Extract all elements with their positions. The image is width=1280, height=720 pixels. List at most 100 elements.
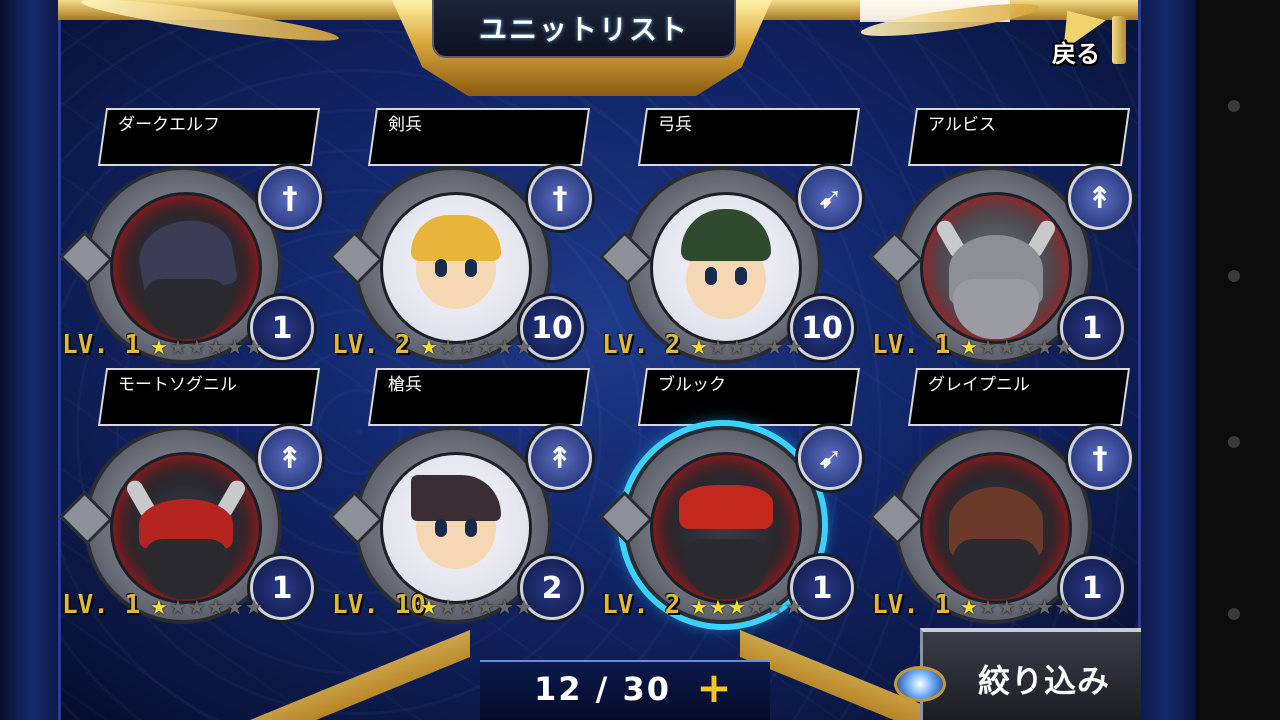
unit-rarity-stars: ★ ★ ★ ★ ★ ★	[690, 336, 803, 358]
expand-capacity-button[interactable]: +	[694, 667, 734, 709]
nav-dot-icon[interactable]	[1228, 608, 1240, 620]
unit-level: LV. 2	[602, 590, 681, 620]
page-title: ユニットリスト	[478, 13, 689, 46]
eye-icon	[435, 259, 447, 277]
title-plate: ユニットリスト	[392, 0, 772, 96]
unit-name: 弓兵	[658, 115, 692, 135]
star-icon: ★	[708, 335, 727, 359]
unit-level: LV. 10	[332, 590, 426, 620]
star-icon: ★	[206, 335, 225, 359]
star-icon: ★	[168, 335, 187, 359]
star-icon: ★	[187, 595, 206, 619]
beard-icon	[143, 539, 229, 599]
unit-portrait	[920, 452, 1072, 604]
unit-card[interactable]: 剣兵 † 10 LV. 2 ★ ★ ★ ★ ★ ★	[329, 108, 592, 364]
sword-icon: †	[1068, 426, 1132, 490]
back-button[interactable]: 戻る	[1042, 0, 1138, 68]
bow-icon: ➹	[798, 166, 862, 230]
ring-notch	[869, 491, 923, 545]
star-icon: ★	[1054, 595, 1073, 619]
nav-dot-icon[interactable]	[1228, 270, 1240, 282]
left-border	[0, 0, 61, 720]
android-nav-bar	[1196, 0, 1280, 720]
star-icon: ★	[765, 595, 784, 619]
beard-icon	[683, 539, 769, 599]
star-icon: ★	[978, 335, 997, 359]
unit-card[interactable]: 弓兵 ➹ 10 LV. 2 ★ ★ ★ ★ ★ ★	[599, 108, 862, 364]
star-icon: ★	[514, 595, 533, 619]
back-bar-decoration	[1112, 16, 1126, 64]
unit-card[interactable]: モートソグニル ↟ 1 LV. 1 ★ ★ ★ ★ ★ ★	[59, 368, 322, 624]
unit-rarity-stars: ★ ★ ★ ★ ★ ★	[150, 336, 263, 358]
nav-dot-icon[interactable]	[1228, 100, 1240, 112]
unit-portrait	[380, 452, 532, 604]
star-icon: ★	[1054, 335, 1073, 359]
filter-label: 絞り込み	[978, 662, 1111, 700]
star-icon: ★	[150, 335, 168, 359]
star-icon: ★	[495, 335, 514, 359]
star-icon: ★	[1016, 595, 1035, 619]
unit-name: アルビス	[928, 115, 996, 135]
star-icon: ★	[784, 595, 803, 619]
sword-icon: †	[258, 166, 322, 230]
unit-card[interactable]: ブルック ➹ 1 LV. 2 ★ ★ ★ ★ ★ ★	[599, 368, 862, 624]
unit-portrait	[380, 192, 532, 344]
unit-card[interactable]: ダークエルフ † 1 LV. 1 ★ ★ ★ ★ ★ ★	[59, 108, 322, 364]
unit-level: LV. 1	[62, 330, 141, 360]
spear-icon: ↟	[528, 426, 592, 490]
star-icon: ★	[150, 595, 168, 619]
unit-name: 槍兵	[388, 375, 422, 395]
ring-notch	[59, 491, 113, 545]
gem-icon	[894, 666, 946, 702]
star-icon: ★	[244, 595, 263, 619]
unit-card[interactable]: 槍兵 ↟ 2 LV. 10 ★ ★ ★ ★ ★ ★	[329, 368, 592, 624]
unit-name: ダークエルフ	[118, 115, 220, 135]
nav-dot-icon[interactable]	[1228, 436, 1240, 448]
star-icon: ★	[997, 335, 1016, 359]
filter-button[interactable]: 絞り込み	[880, 628, 1141, 720]
bottom-left-wing-ornament	[250, 630, 470, 720]
star-icon: ★	[784, 335, 803, 359]
body-icon	[953, 279, 1039, 339]
star-icon: ★	[727, 595, 746, 619]
eye-icon	[465, 259, 477, 277]
right-border	[1138, 0, 1196, 720]
title-inner: ユニットリスト	[432, 0, 736, 58]
bow-icon: ➹	[798, 426, 862, 490]
eye-icon	[705, 267, 717, 285]
eye-icon	[435, 519, 447, 537]
star-icon: ★	[457, 595, 476, 619]
star-icon: ★	[1035, 595, 1054, 619]
unit-card[interactable]: アルビス ↟ 1 LV. 1 ★ ★ ★ ★ ★ ★	[869, 108, 1132, 364]
beard-icon	[953, 539, 1039, 599]
star-icon: ★	[225, 595, 244, 619]
unit-name: グレイプニル	[928, 375, 1030, 395]
unit-name: ブルック	[658, 375, 726, 395]
unit-portrait	[110, 192, 262, 344]
star-icon: ★	[708, 595, 727, 619]
unit-portrait	[110, 452, 262, 604]
star-icon: ★	[168, 595, 187, 619]
star-icon: ★	[765, 335, 784, 359]
unit-name: 剣兵	[388, 115, 422, 135]
hood-icon	[681, 209, 771, 261]
unit-card[interactable]: グレイプニル † 1 LV. 1 ★ ★ ★ ★ ★ ★	[869, 368, 1132, 624]
star-icon: ★	[420, 595, 438, 619]
star-icon: ★	[690, 335, 708, 359]
star-icon: ★	[960, 335, 978, 359]
unit-capacity-counter: 12 / 30	[534, 670, 672, 708]
star-icon: ★	[476, 335, 495, 359]
star-icon: ★	[514, 335, 533, 359]
star-icon: ★	[244, 335, 263, 359]
back-label: 戻る	[1052, 40, 1100, 68]
beard-icon	[143, 279, 229, 339]
spear-icon: ↟	[1068, 166, 1132, 230]
unit-level: LV. 1	[872, 590, 951, 620]
sword-icon: †	[528, 166, 592, 230]
bow-hat-icon	[679, 485, 773, 529]
unit-level: LV. 2	[602, 330, 681, 360]
star-icon: ★	[746, 595, 765, 619]
star-icon: ★	[438, 335, 457, 359]
unit-rarity-stars: ★ ★ ★ ★ ★ ★	[420, 336, 533, 358]
ring-notch	[869, 231, 923, 285]
